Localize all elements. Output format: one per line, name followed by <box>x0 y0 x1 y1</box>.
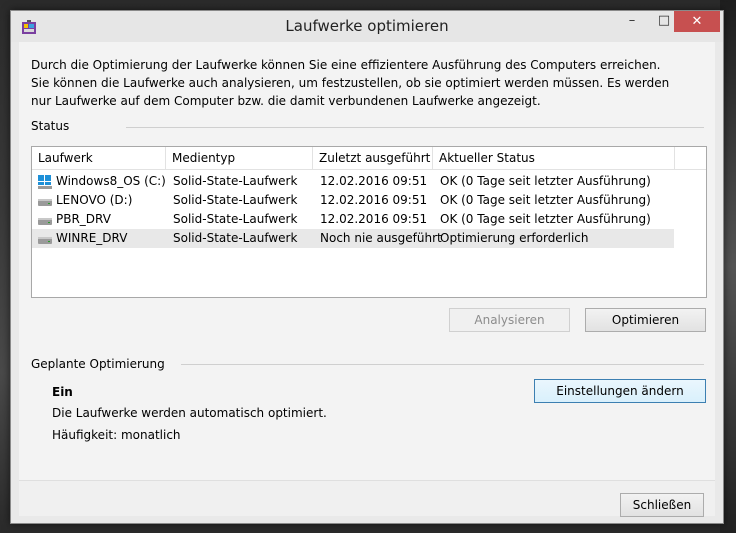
dialog-footer: Schließen <box>19 480 715 517</box>
drive-status: OK (0 Tage seit letzter Ausführung) <box>440 193 651 207</box>
status-section-label: Status <box>31 119 70 133</box>
drive-last-run: 12.02.2016 09:51 <box>320 174 428 188</box>
column-header-last-run[interactable]: Zuletzt ausgeführt <box>313 147 433 169</box>
drives-list[interactable]: Laufwerk Medientyp Zuletzt ausgeführt Ak… <box>31 146 707 298</box>
drive-media-type: Solid-State-Laufwerk <box>173 212 298 226</box>
close-button[interactable]: Schließen <box>620 493 704 517</box>
drive-media-type: Solid-State-Laufwerk <box>173 193 298 207</box>
drive-icon <box>38 199 52 206</box>
column-header-drive[interactable]: Laufwerk <box>32 147 166 169</box>
drive-name: WINRE_DRV <box>56 231 128 245</box>
drive-status: Optimierung erforderlich <box>440 231 589 245</box>
schedule-frequency: Häufigkeit: monatlich <box>52 428 181 442</box>
close-window-button[interactable]: ✕ <box>674 11 720 32</box>
status-separator <box>126 127 704 128</box>
schedule-state: Ein <box>52 385 73 399</box>
minimize-button[interactable]: – <box>617 11 647 32</box>
drive-name: PBR_DRV <box>56 212 111 226</box>
scheduled-section-label: Geplante Optimierung <box>31 357 165 371</box>
drive-row[interactable]: PBR_DRV Solid-State-Laufwerk 12.02.2016 … <box>32 210 674 229</box>
drive-name: LENOVO (D:) <box>56 193 133 207</box>
drive-row[interactable]: LENOVO (D:) Solid-State-Laufwerk 12.02.2… <box>32 191 674 210</box>
drive-status: OK (0 Tage seit letzter Ausführung) <box>440 174 651 188</box>
drive-last-run: 12.02.2016 09:51 <box>320 193 428 207</box>
analyze-button[interactable]: Analysieren <box>449 308 570 332</box>
column-header-current-status[interactable]: Aktueller Status <box>433 147 675 169</box>
windows-drive-icon <box>38 175 52 189</box>
drive-icon <box>38 237 52 244</box>
drive-status: OK (0 Tage seit letzter Ausführung) <box>440 212 651 226</box>
drives-list-header: Laufwerk Medientyp Zuletzt ausgeführt Ak… <box>32 147 706 170</box>
optimize-button[interactable]: Optimieren <box>585 308 706 332</box>
column-header-media-type[interactable]: Medientyp <box>166 147 313 169</box>
drive-last-run: 12.02.2016 09:51 <box>320 212 428 226</box>
optimize-drives-window: Laufwerke optimieren – □ ✕ Durch die Opt… <box>10 10 724 524</box>
drive-last-run: Noch nie ausgeführt <box>320 231 442 245</box>
title-bar[interactable]: Laufwerke optimieren – □ ✕ <box>11 11 723 42</box>
schedule-info: Die Laufwerke werden automatisch optimie… <box>52 406 327 420</box>
description-text: Durch die Optimierung der Laufwerke könn… <box>31 58 670 108</box>
drive-icon <box>38 218 52 225</box>
drive-media-type: Solid-State-Laufwerk <box>173 174 298 188</box>
drive-name: Windows8_OS (C:) <box>56 174 166 188</box>
drive-row-selected[interactable]: WINRE_DRV Solid-State-Laufwerk Noch nie … <box>32 229 674 248</box>
dialog-content: Durch die Optimierung der Laufwerke könn… <box>19 42 715 517</box>
scheduled-separator <box>181 364 704 365</box>
change-settings-button[interactable]: Einstellungen ändern <box>534 379 706 403</box>
drive-media-type: Solid-State-Laufwerk <box>173 231 298 245</box>
drive-row[interactable]: Windows8_OS (C:) Solid-State-Laufwerk 12… <box>32 172 674 191</box>
